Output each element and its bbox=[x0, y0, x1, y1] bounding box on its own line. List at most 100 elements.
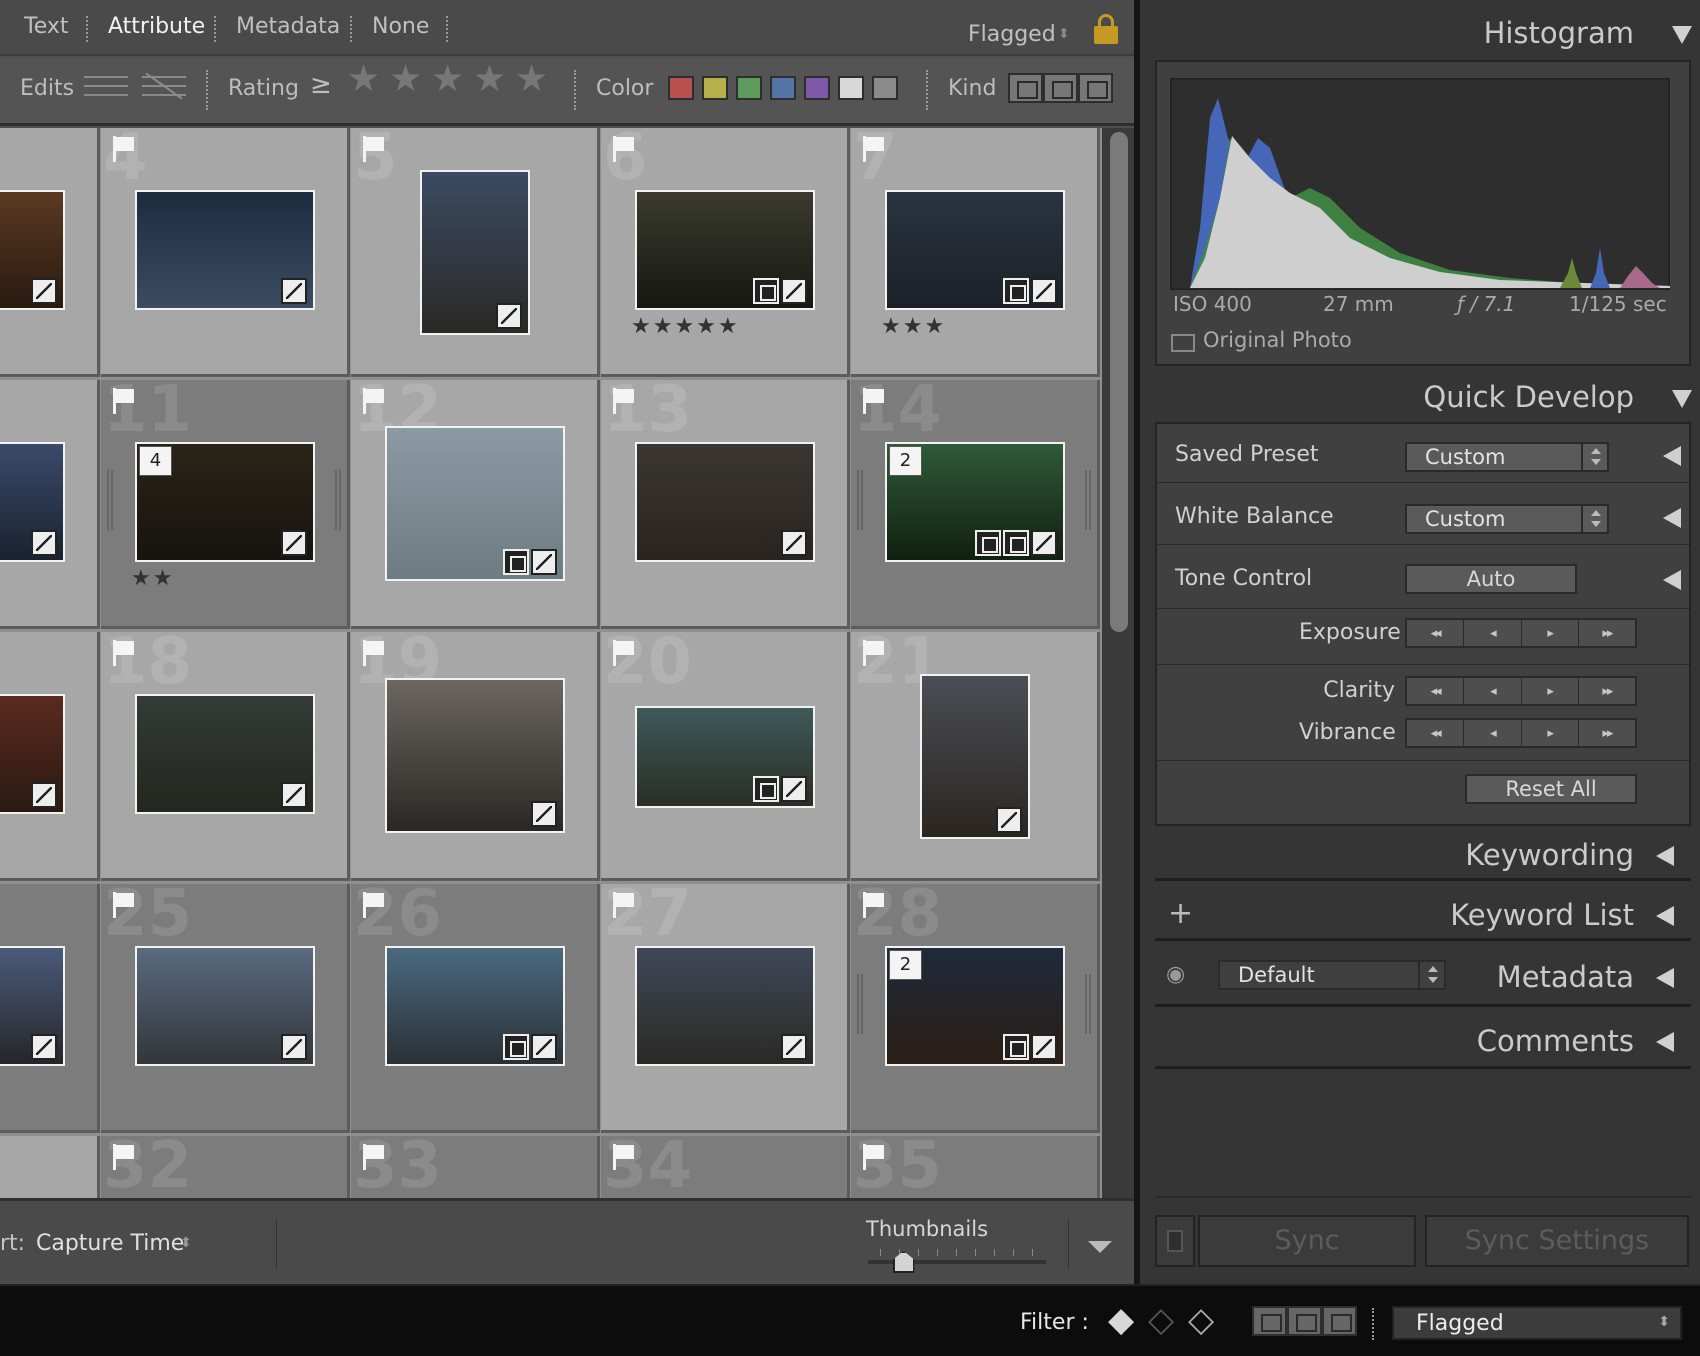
cell-rating-stars[interactable]: ★★★★★ bbox=[631, 314, 740, 339]
color-swatch[interactable] bbox=[668, 76, 694, 100]
photo-thumbnail[interactable] bbox=[885, 190, 1065, 310]
expand-triangle-icon[interactable] bbox=[1663, 570, 1681, 590]
color-swatch[interactable] bbox=[872, 76, 898, 100]
edited-badge-icon[interactable] bbox=[1031, 530, 1057, 556]
expand-triangle-icon[interactable] bbox=[1656, 1032, 1674, 1052]
tab-text[interactable]: Text bbox=[24, 14, 69, 39]
rating-star-1[interactable]: ★ bbox=[347, 60, 380, 97]
increase-large-button[interactable]: ▸▸ bbox=[1579, 678, 1635, 704]
edited-badge-icon[interactable] bbox=[781, 530, 807, 556]
expand-triangle-icon[interactable] bbox=[1656, 846, 1674, 866]
metadata-title[interactable]: Metadata bbox=[1497, 960, 1634, 994]
stack-grip-icon[interactable] bbox=[107, 470, 113, 530]
crop-badge-icon[interactable] bbox=[503, 1034, 529, 1060]
photo-thumbnail[interactable] bbox=[385, 678, 565, 833]
kind-video-icon[interactable] bbox=[1322, 1306, 1357, 1336]
decrease-large-button[interactable]: ◂◂ bbox=[1407, 720, 1465, 746]
increase-button[interactable]: ▸ bbox=[1522, 620, 1579, 646]
edited-badge-icon[interactable] bbox=[1031, 278, 1057, 304]
increase-button[interactable]: ▸ bbox=[1522, 720, 1579, 746]
grid-cell[interactable]: 35 bbox=[851, 1136, 1100, 1198]
flag-icon[interactable] bbox=[113, 388, 135, 414]
exposure-stepper[interactable]: ◂◂ ◂ ▸ ▸▸ bbox=[1405, 618, 1637, 648]
crop-badge-icon[interactable] bbox=[975, 530, 1001, 556]
saved-preset-select[interactable]: Custom bbox=[1405, 442, 1609, 472]
rejected-filter-icon[interactable]: ◇ bbox=[1188, 1300, 1214, 1340]
grid-cell[interactable]: 12 bbox=[351, 380, 600, 629]
stack-grip-icon[interactable] bbox=[1085, 470, 1091, 530]
photo-thumbnail[interactable] bbox=[135, 946, 315, 1066]
original-photo-checkbox[interactable] bbox=[1171, 334, 1195, 352]
grid-cell[interactable] bbox=[0, 884, 100, 1133]
white-balance-select[interactable]: Custom bbox=[1405, 504, 1609, 534]
rating-operator[interactable]: ≥ bbox=[310, 70, 332, 100]
reset-all-button[interactable]: Reset All bbox=[1465, 774, 1637, 804]
edited-badge-icon[interactable] bbox=[1031, 1034, 1057, 1060]
stack-grip-icon[interactable] bbox=[857, 470, 863, 530]
flagged-filter-icon[interactable]: ◆ bbox=[1108, 1300, 1134, 1340]
crop-badge-icon[interactable] bbox=[753, 278, 779, 304]
tab-none[interactable]: None bbox=[372, 14, 429, 39]
photo-thumbnail[interactable]: 4 bbox=[135, 442, 315, 562]
grid-cell[interactable] bbox=[0, 128, 100, 377]
grid-cell[interactable] bbox=[0, 632, 100, 881]
flag-icon[interactable] bbox=[363, 640, 385, 666]
flag-icon[interactable] bbox=[613, 1144, 635, 1170]
edited-badge-icon[interactable] bbox=[781, 1034, 807, 1060]
grid-cell[interactable]: 14 2 bbox=[851, 380, 1100, 629]
photo-thumbnail[interactable] bbox=[135, 694, 315, 814]
photo-thumbnail[interactable] bbox=[635, 946, 815, 1066]
clarity-stepper[interactable]: ◂◂ ◂ ▸ ▸▸ bbox=[1405, 676, 1637, 706]
edited-badge-icon[interactable] bbox=[31, 782, 57, 808]
grid-cell[interactable]: 27 bbox=[601, 884, 850, 1133]
color-swatch[interactable] bbox=[770, 76, 796, 100]
kind-master-icon[interactable] bbox=[1252, 1306, 1287, 1336]
edited-badge-icon[interactable] bbox=[281, 1034, 307, 1060]
kind-virtual-copy-icon[interactable] bbox=[1287, 1306, 1322, 1336]
grid-scrollbar[interactable] bbox=[1102, 128, 1134, 1198]
grid-cell[interactable]: 32 bbox=[101, 1136, 350, 1198]
add-keyword-button[interactable]: + bbox=[1168, 896, 1193, 931]
flag-icon[interactable] bbox=[613, 388, 635, 414]
thumbnail-size-knob[interactable] bbox=[892, 1251, 915, 1273]
crop-badge-icon[interactable] bbox=[503, 549, 529, 575]
photo-thumbnail[interactable] bbox=[385, 426, 565, 581]
flag-icon[interactable] bbox=[113, 892, 135, 918]
scrollbar-thumb[interactable] bbox=[1110, 132, 1128, 632]
grid-cell[interactable]: 34 bbox=[601, 1136, 850, 1198]
color-swatch[interactable] bbox=[736, 76, 762, 100]
increase-large-button[interactable]: ▸▸ bbox=[1579, 620, 1635, 646]
color-swatch[interactable] bbox=[838, 76, 864, 100]
edited-badge-icon[interactable] bbox=[31, 1034, 57, 1060]
collapse-triangle-icon[interactable] bbox=[1672, 26, 1692, 44]
increase-button[interactable]: ▸ bbox=[1522, 678, 1579, 704]
histogram-title[interactable]: Histogram bbox=[1484, 16, 1634, 50]
grid-cell[interactable] bbox=[0, 380, 100, 629]
decrease-button[interactable]: ◂ bbox=[1464, 678, 1522, 704]
edited-badge-icon[interactable] bbox=[531, 801, 557, 827]
sync-button[interactable]: Sync bbox=[1198, 1215, 1416, 1267]
cell-rating-stars[interactable]: ★★ bbox=[131, 566, 174, 591]
rating-star-3[interactable]: ★ bbox=[431, 60, 464, 97]
photo-thumbnail[interactable] bbox=[385, 946, 565, 1066]
edited-badge-icon[interactable] bbox=[496, 303, 522, 329]
photo-thumbnail[interactable] bbox=[420, 170, 530, 335]
flag-icon[interactable] bbox=[863, 640, 885, 666]
crop-badge-icon[interactable] bbox=[1003, 1034, 1029, 1060]
kind-master-icon[interactable] bbox=[1008, 73, 1043, 103]
photo-thumbnail[interactable] bbox=[0, 694, 65, 814]
edited-badge-icon[interactable] bbox=[281, 278, 307, 304]
rating-star-4[interactable]: ★ bbox=[473, 60, 506, 97]
flag-icon[interactable] bbox=[113, 640, 135, 666]
flag-icon[interactable] bbox=[613, 640, 635, 666]
collapse-triangle-icon[interactable] bbox=[1672, 390, 1692, 408]
quick-develop-title[interactable]: Quick Develop bbox=[1423, 380, 1634, 414]
filter-preset-select[interactable]: Flagged ⬍ bbox=[1392, 1306, 1682, 1340]
lock-icon[interactable] bbox=[1094, 14, 1118, 44]
decrease-button[interactable]: ◂ bbox=[1464, 620, 1522, 646]
expand-triangle-icon[interactable] bbox=[1656, 968, 1674, 988]
flag-icon[interactable] bbox=[113, 136, 135, 162]
sort-select[interactable]: Capture Time bbox=[36, 1231, 184, 1256]
flag-icon[interactable] bbox=[113, 1144, 135, 1170]
stack-grip-icon[interactable] bbox=[857, 974, 863, 1034]
